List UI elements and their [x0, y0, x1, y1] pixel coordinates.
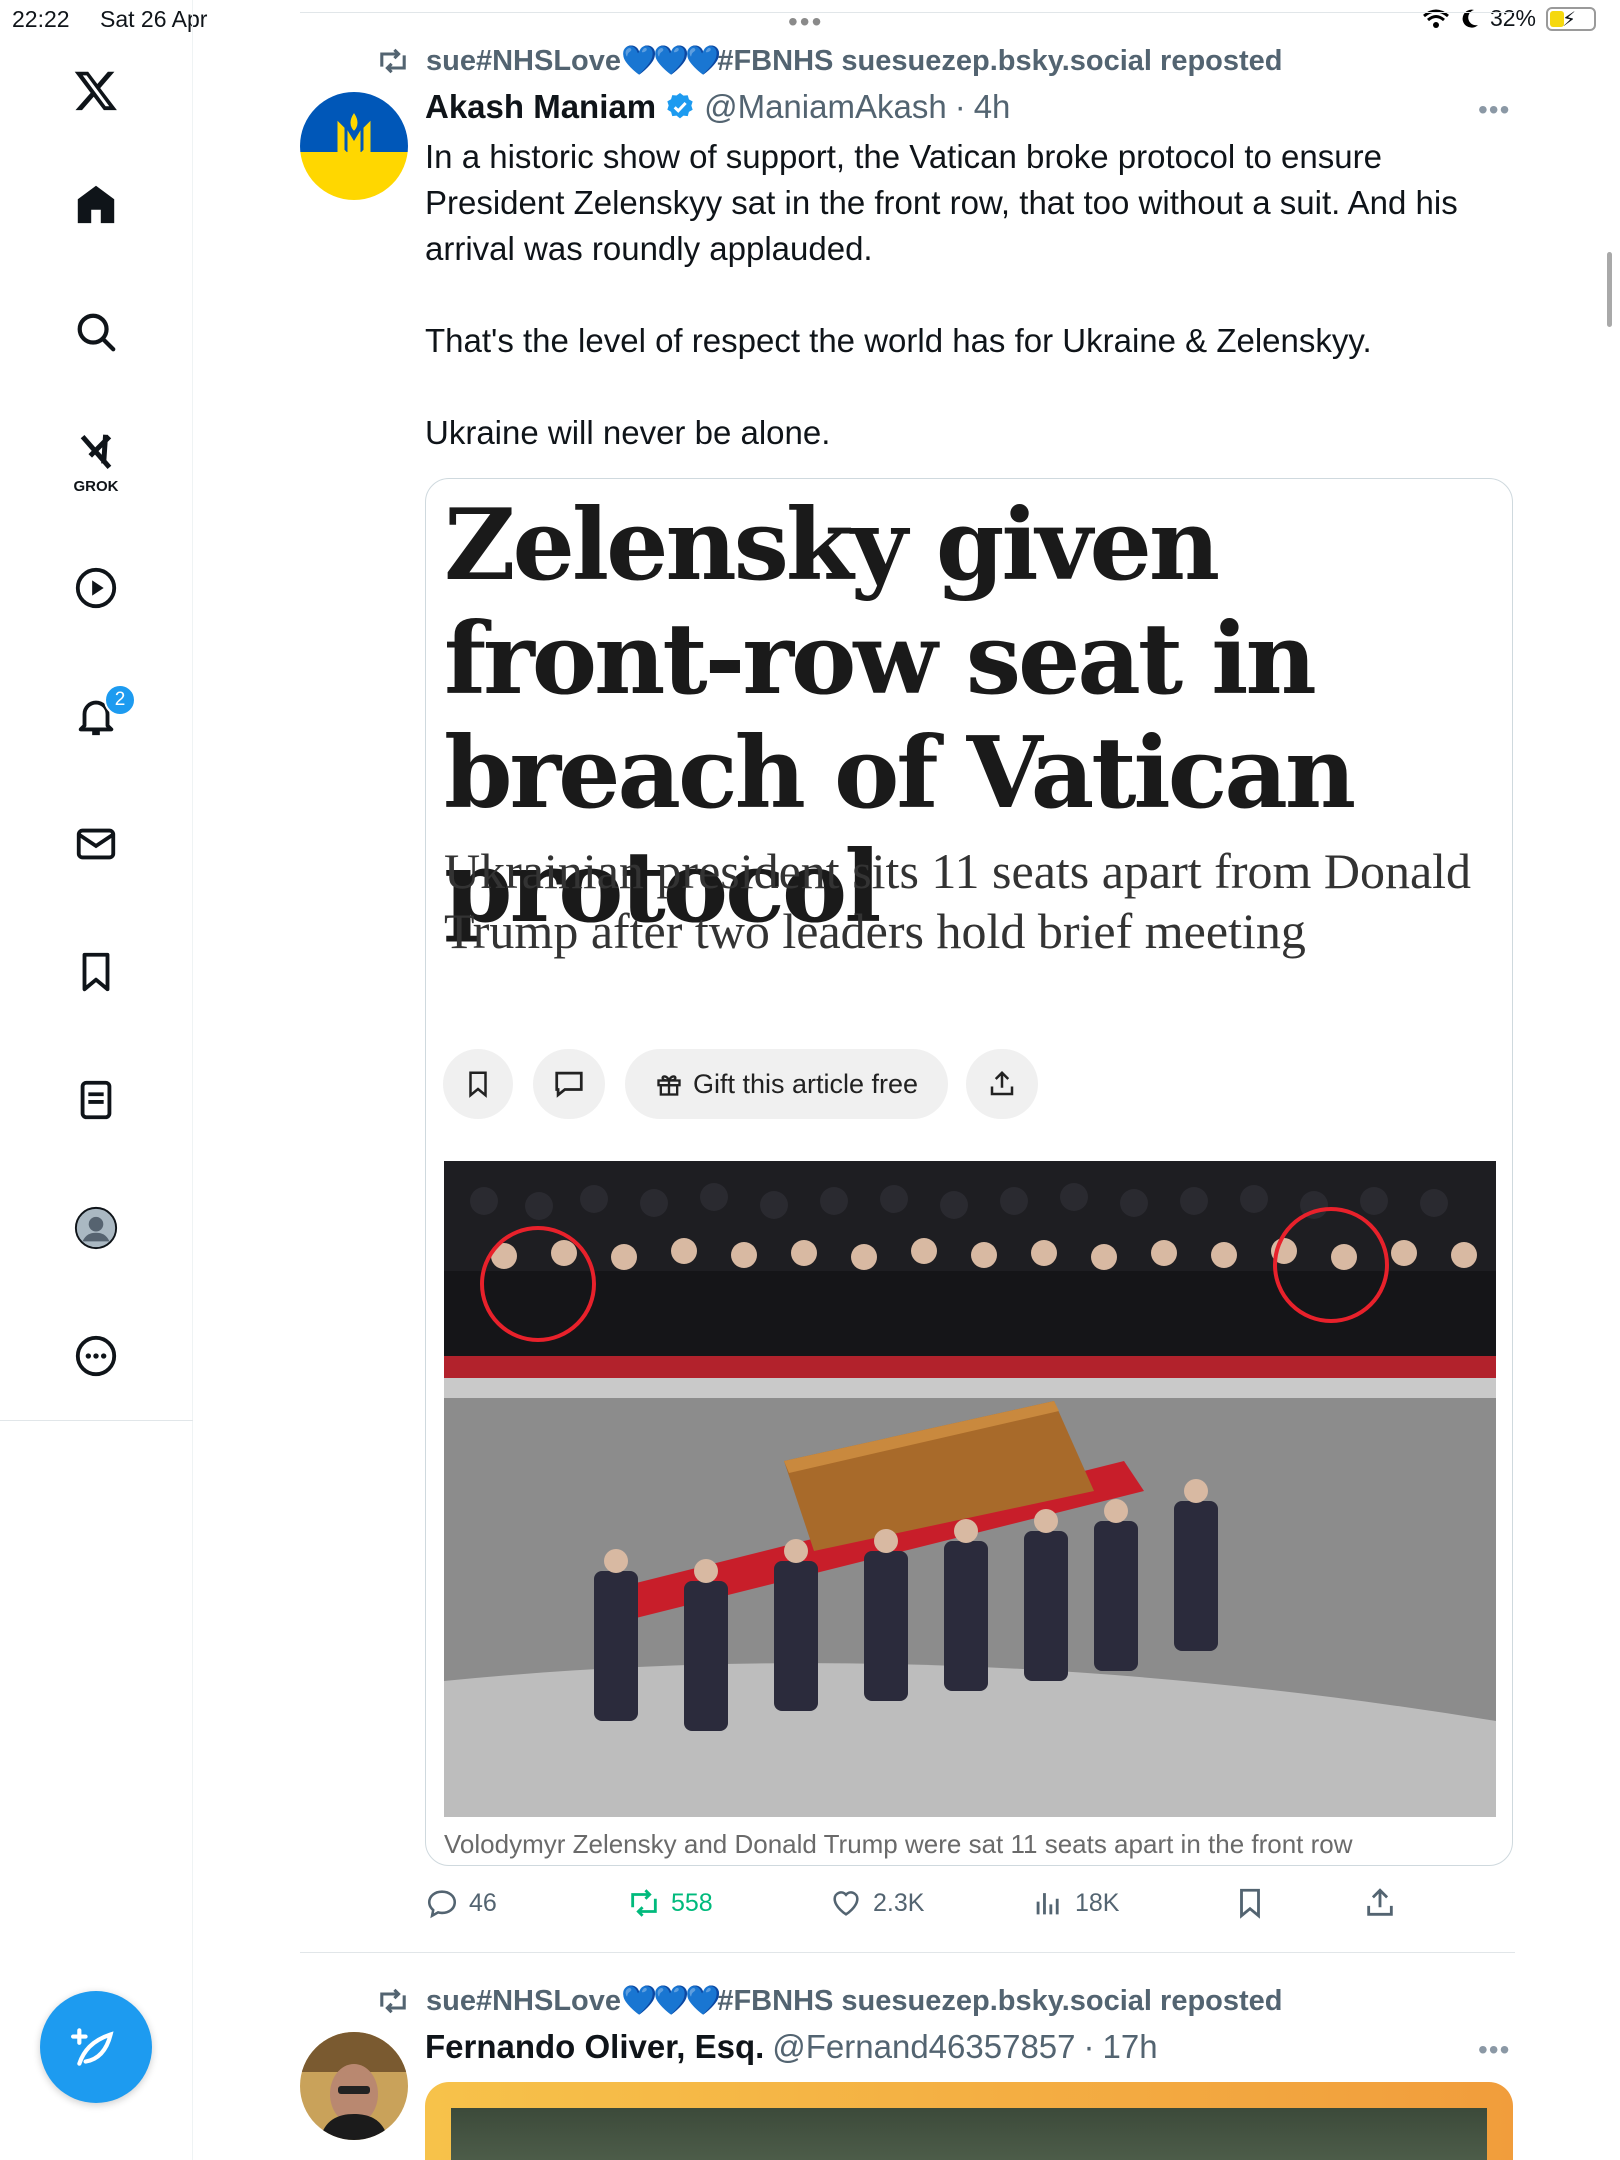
home-icon[interactable] [70, 178, 122, 230]
share-icon [990, 1070, 1014, 1096]
avatar[interactable] [300, 92, 408, 200]
reply-button[interactable]: 46 [425, 1886, 497, 1920]
repost-icon [380, 1988, 406, 2014]
gift-icon [657, 1075, 681, 1096]
repost-text: #FBNHS suesuezep.bsky.social reposted [717, 1985, 1283, 2017]
gift-article-button: Gift this article free [625, 1049, 948, 1119]
tweet-text: In a historic show of support, the Vatic… [425, 134, 1525, 456]
author-handle[interactable]: @Fernand46357857 [772, 2028, 1075, 2066]
grok-label: GROK [73, 478, 119, 495]
repost-button[interactable]: 558 [627, 1886, 713, 1920]
lists-icon[interactable] [70, 1074, 122, 1126]
repost-icon [631, 1889, 657, 1917]
share-icon [1367, 1888, 1393, 1916]
gift-article-label: Gift this article free [692, 1068, 919, 1099]
views-button[interactable]: 18K [1031, 1886, 1119, 1920]
sidebar-divider [0, 1420, 193, 1421]
views-icon [1036, 1893, 1059, 1915]
notification-badge: 2 [104, 684, 136, 716]
search-icon[interactable] [70, 306, 122, 358]
article-photo-caption: Volodymyr Zelensky and Donald Trump were… [444, 1829, 1353, 1859]
bookmark-icon [1240, 1888, 1260, 1919]
repost-count: 558 [671, 1888, 713, 1917]
video-icon[interactable] [70, 562, 122, 614]
avatar[interactable] [300, 2032, 408, 2140]
tweet-paragraph: Ukraine will never be alone. [425, 414, 831, 451]
feed-top-divider [300, 12, 1515, 13]
article-bookmark-button [443, 1049, 513, 1119]
x-logo-icon[interactable] [70, 64, 122, 116]
messages-icon[interactable] [70, 818, 122, 870]
bookmark-button[interactable] [1233, 1886, 1267, 1920]
battery-percent: 32% [1489, 5, 1536, 31]
status-bar: 22:22 Sat 26 Apr ••• 32% ⚡ [0, 0, 1620, 40]
like-button[interactable]: 2.3K [829, 1886, 924, 1920]
sidebar: GROK 2 [0, 0, 193, 2160]
compose-button[interactable] [40, 1991, 152, 2103]
post-header: Fernando Oliver, Esq. @Fernand46357857 ·… [425, 2028, 1158, 2066]
repost-icon [380, 48, 406, 74]
attached-image[interactable]: Zelensky given front-row seat in breach … [425, 478, 1513, 1866]
share-button[interactable] [1363, 1886, 1397, 1920]
status-indicators: 32% ⚡ [1422, 5, 1596, 32]
comment-icon [555, 1071, 583, 1098]
battery-icon: ⚡ [1546, 6, 1596, 31]
post-time[interactable]: 4h [974, 88, 1011, 126]
compose-icon [71, 2028, 114, 2066]
tweet-paragraph: In a historic show of support, the Vatic… [425, 138, 1458, 267]
reply-count: 46 [469, 1888, 497, 1917]
repost-context: sue#NHSLove💙💙💙#FBNHS suesuezep.bsky.soci… [376, 1984, 1283, 2018]
repost-user[interactable]: sue#NHSLove [426, 1985, 621, 2017]
more-icon[interactable] [70, 1330, 122, 1382]
grok-icon[interactable] [70, 426, 122, 478]
views-count: 18K [1075, 1888, 1120, 1917]
post-divider [300, 1952, 1515, 1953]
bookmarks-icon[interactable] [70, 946, 122, 998]
scrollbar[interactable] [1607, 252, 1612, 327]
repost-context: sue#NHSLove💙💙💙#FBNHS suesuezep.bsky.soci… [376, 44, 1283, 78]
post-more-icon[interactable]: ••• [1478, 2034, 1510, 2066]
profile-icon[interactable] [70, 1202, 122, 1254]
repost-hearts: 💙💙💙 [621, 45, 721, 77]
funeral-photo [444, 1161, 1496, 1817]
repost-text: #FBNHS suesuezep.bsky.social reposted [717, 45, 1283, 77]
post-media[interactable] [425, 2082, 1513, 2160]
article-subhead: Ukrainian president sits 11 seats apart … [444, 843, 1472, 959]
bookmark-icon [469, 1071, 487, 1098]
tweet-paragraph: That's the level of respect the world ha… [425, 322, 1372, 359]
author-handle[interactable]: @ManiamAkash [704, 88, 947, 126]
wifi-icon [1422, 9, 1449, 28]
reply-icon [427, 1890, 457, 1919]
post-actions: 46 558 2.3K 18K [425, 1886, 1525, 1926]
article-comment-button [533, 1049, 605, 1119]
author-name[interactable]: Akash Maniam [425, 88, 656, 126]
heart-icon [833, 1891, 859, 1916]
post-time[interactable]: 17h [1103, 2028, 1158, 2066]
author-name[interactable]: Fernando Oliver, Esq. [425, 2028, 764, 2066]
moon-icon [1462, 9, 1478, 28]
post-more-icon[interactable]: ••• [1478, 94, 1510, 126]
like-count: 2.3K [873, 1888, 925, 1917]
verified-badge-icon [667, 93, 693, 119]
article-share-button [966, 1049, 1038, 1119]
post-header: Akash Maniam @ManiamAkash · 4h [425, 88, 1011, 126]
multitasking-dots-icon[interactable]: ••• [788, 6, 823, 38]
repost-hearts: 💙💙💙 [621, 1985, 721, 2017]
repost-user[interactable]: sue#NHSLove [426, 45, 621, 77]
